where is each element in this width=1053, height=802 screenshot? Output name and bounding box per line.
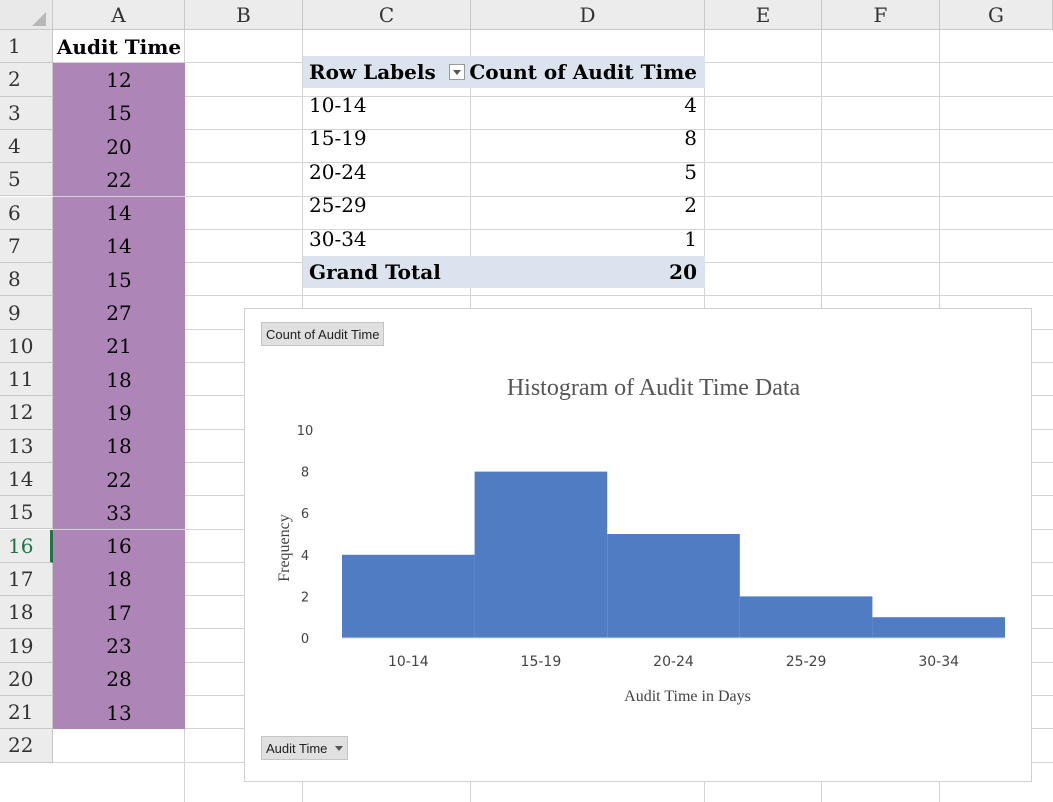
y-tick-label: 8 [301, 466, 309, 481]
y-axis-label: Frequency [276, 514, 293, 582]
column-header-a[interactable]: A [53, 0, 185, 30]
pivot-row-label[interactable]: 30-34 [303, 222, 471, 255]
x-tick-label: 15-19 [521, 654, 562, 670]
cell-a8[interactable]: 15 [53, 263, 185, 297]
cell-a16[interactable]: 16 [53, 529, 185, 563]
pivot-count-header-text: Count of Audit Time [469, 60, 697, 84]
row-header-18[interactable]: 18 [0, 596, 53, 630]
pivot-row-label[interactable]: 10-14 [303, 88, 471, 121]
cell-a14[interactable]: 22 [53, 462, 185, 497]
pivot-row-label[interactable]: 15-19 [303, 122, 471, 155]
pivot-row-count[interactable]: 2 [471, 189, 705, 222]
column-header-e[interactable]: E [705, 0, 822, 30]
column-header-d[interactable]: D [471, 0, 705, 30]
pivot-row-count[interactable]: 4 [471, 88, 705, 121]
column-header-g[interactable]: G [940, 0, 1053, 30]
pivot-row-label[interactable]: 25-29 [303, 189, 471, 222]
histogram-bar [607, 534, 740, 638]
row-header-14[interactable]: 14 [0, 462, 53, 497]
y-tick-label: 6 [301, 507, 309, 522]
cell-a1-header[interactable]: Audit Time [53, 30, 185, 63]
pivot-row-labels-header[interactable]: Row Labels [303, 56, 471, 88]
histogram-bar [342, 554, 475, 638]
cell-a5[interactable]: 22 [53, 163, 185, 197]
row-header-10[interactable]: 10 [0, 329, 53, 363]
cell-a13[interactable]: 18 [53, 429, 185, 463]
cell-a20[interactable]: 28 [53, 662, 185, 696]
pivot-row-count[interactable]: 5 [471, 155, 705, 188]
cell-a2[interactable]: 12 [53, 63, 185, 97]
cell-a12[interactable]: 19 [53, 396, 185, 430]
cell-a18[interactable]: 17 [53, 596, 185, 630]
row-header-8[interactable]: 8 [0, 263, 53, 297]
y-tick-label: 10 [297, 424, 314, 439]
cell-a7[interactable]: 14 [53, 229, 185, 264]
column-header-b[interactable]: B [185, 0, 303, 30]
row-header-19[interactable]: 19 [0, 629, 53, 663]
row-header-1[interactable]: 1 [0, 30, 53, 64]
x-tick-label: 25-29 [786, 654, 827, 670]
cell-a15[interactable]: 33 [53, 496, 185, 530]
row-header-20[interactable]: 20 [0, 662, 53, 696]
pivot-row-count[interactable]: 8 [471, 122, 705, 155]
grand-total-value-text: 20 [669, 260, 697, 284]
row-header-21[interactable]: 21 [0, 696, 53, 730]
cell-a4[interactable]: 20 [53, 129, 185, 164]
cell-a21[interactable]: 13 [53, 696, 185, 730]
row-header-3[interactable]: 3 [0, 96, 53, 130]
select-all-icon [32, 12, 46, 26]
chart-title: Histogram of Audit Time Data [507, 375, 801, 401]
cell-a11[interactable]: 18 [53, 363, 185, 397]
x-tick-label: 20-24 [653, 654, 694, 670]
cell-a6[interactable]: 14 [53, 196, 185, 230]
x-tick-label: 30-34 [918, 654, 959, 670]
histogram-bar [739, 596, 873, 638]
histogram-bar [872, 617, 1005, 638]
cell-a19[interactable]: 23 [53, 629, 185, 663]
x-axis-label: Audit Time in Days [624, 688, 751, 705]
grand-total-label-text: Grand Total [309, 260, 441, 284]
row-header-11[interactable]: 11 [0, 363, 53, 397]
y-tick-label: 0 [301, 632, 309, 647]
row-header-15[interactable]: 15 [0, 496, 53, 530]
histogram-bar [474, 471, 608, 638]
row-header-9[interactable]: 9 [0, 296, 53, 330]
cell-a17[interactable]: 18 [53, 562, 185, 597]
histogram-plot: Histogram of Audit Time Data 0 2 4 6 8 10 Frequ… [276, 375, 1005, 705]
row-header-7[interactable]: 7 [0, 229, 53, 264]
row-header-5[interactable]: 5 [0, 163, 53, 197]
cell-a9[interactable]: 27 [53, 296, 185, 330]
select-all-corner[interactable] [0, 0, 53, 30]
cell-a10[interactable]: 21 [53, 329, 185, 363]
row-header-4[interactable]: 4 [0, 129, 53, 164]
cell-a3[interactable]: 15 [53, 96, 185, 130]
row-header-13[interactable]: 13 [0, 429, 53, 463]
pivot-grand-total-label[interactable]: Grand Total [303, 256, 471, 288]
column-header-c[interactable]: C [303, 0, 471, 30]
pivot-chart[interactable]: Count of Audit Time Audit Time Histogram… [244, 308, 1032, 782]
spreadsheet-grid: ABCDEFG 1 2 3 4 5 6 7 8 9 10 11 12 13 14 15 16 17 18 19 20 2… [0, 0, 1053, 802]
pivot-row-labels-text: Row Labels [309, 60, 436, 84]
pivot-row-count[interactable]: 1 [471, 222, 705, 255]
gridline [53, 295, 1053, 297]
pivot-count-header[interactable]: Count of Audit Time [469, 56, 705, 88]
row-header-17[interactable]: 17 [0, 562, 53, 597]
pivot-row-label[interactable]: 20-24 [303, 155, 471, 188]
y-tick-label: 4 [301, 549, 309, 564]
row-header-6[interactable]: 6 [0, 196, 53, 230]
row-header-16[interactable]: 16 [0, 529, 53, 563]
pivot-grand-total-value[interactable]: 20 [471, 256, 705, 288]
row-header-22[interactable]: 22 [0, 729, 53, 763]
row-header-12[interactable]: 12 [0, 396, 53, 430]
x-tick-label: 10-14 [388, 654, 429, 670]
y-tick-label: 2 [301, 590, 309, 605]
column-header-f[interactable]: F [822, 0, 940, 30]
filter-dropdown-icon[interactable] [449, 64, 465, 80]
row-header-2[interactable]: 2 [0, 63, 53, 97]
